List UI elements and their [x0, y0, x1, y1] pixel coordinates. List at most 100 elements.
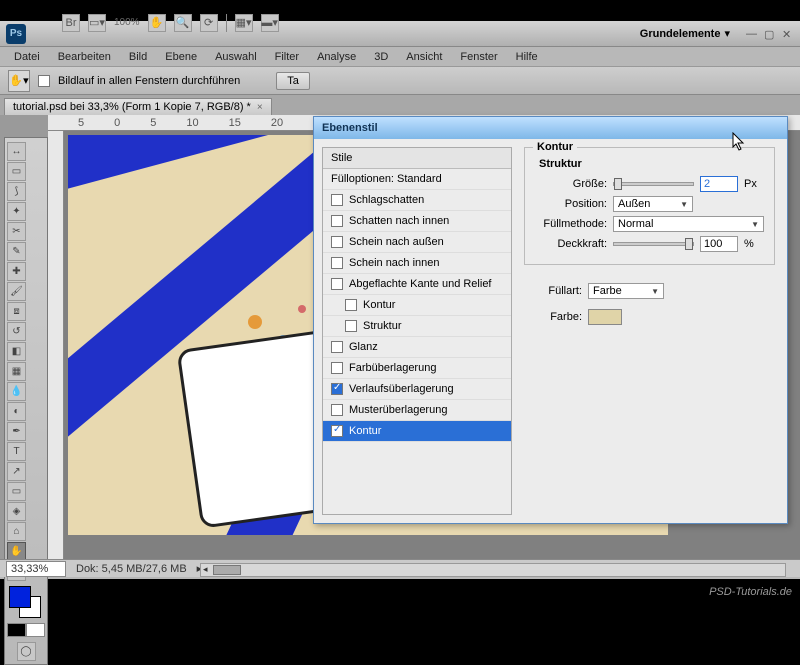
- style-item[interactable]: Schatten nach innen: [323, 211, 511, 232]
- h-scrollbar[interactable]: ◂: [200, 563, 786, 577]
- heal-tool[interactable]: ✚: [7, 262, 26, 281]
- style-checkbox[interactable]: [331, 404, 343, 416]
- style-item[interactable]: Farbüberlagerung: [323, 358, 511, 379]
- style-item-label: Schein nach innen: [349, 257, 440, 269]
- zoom-field[interactable]: 33,33%: [6, 561, 66, 577]
- color-picker[interactable]: [7, 586, 45, 620]
- menu-hilfe[interactable]: Hilfe: [508, 49, 546, 65]
- menu-bild[interactable]: Bild: [121, 49, 155, 65]
- close-button[interactable]: ✕: [782, 28, 794, 40]
- brush-tool[interactable]: 🖌: [7, 282, 26, 301]
- menu-bearbeiten[interactable]: Bearbeiten: [50, 49, 119, 65]
- gradient-tool[interactable]: ▦: [7, 362, 26, 381]
- zoom-icon[interactable]: 🔍: [174, 14, 192, 32]
- status-bar: 33,33% Dok: 5,45 MB/27,6 MB ▸ ◂: [0, 559, 800, 577]
- menu-analyse[interactable]: Analyse: [309, 49, 364, 65]
- style-checkbox[interactable]: [331, 383, 343, 395]
- styles-header[interactable]: Stile: [323, 148, 511, 169]
- path-tool[interactable]: ↗: [7, 462, 26, 481]
- history-brush-tool[interactable]: ↺: [7, 322, 26, 341]
- minimize-button[interactable]: —: [746, 28, 758, 40]
- hand-icon[interactable]: ✋: [148, 14, 166, 32]
- dialog-titlebar[interactable]: Ebenenstil: [314, 117, 787, 139]
- style-item-label: Kontur: [363, 299, 395, 311]
- opacity-input[interactable]: [700, 236, 738, 252]
- style-checkbox[interactable]: [331, 257, 343, 269]
- wand-tool[interactable]: ✦: [7, 202, 26, 221]
- blend-options-item[interactable]: Fülloptionen: Standard: [323, 169, 511, 190]
- dodge-tool[interactable]: ◐: [7, 402, 26, 421]
- position-dropdown[interactable]: Außen▼: [613, 196, 693, 212]
- style-checkbox[interactable]: [345, 299, 357, 311]
- style-item[interactable]: Glanz: [323, 337, 511, 358]
- 3d-tool[interactable]: ◈: [7, 502, 26, 521]
- actual-pixels-button[interactable]: Ta: [276, 72, 310, 90]
- bridge-icon[interactable]: Br: [62, 14, 80, 32]
- blendmode-dropdown[interactable]: Normal▼: [613, 216, 764, 232]
- panel-section-label: Kontur: [533, 141, 577, 153]
- marquee-tool[interactable]: ▭: [7, 162, 26, 181]
- style-item[interactable]: Kontur: [323, 421, 511, 442]
- menu-3d[interactable]: 3D: [366, 49, 396, 65]
- rotate-icon[interactable]: ⟳: [200, 14, 218, 32]
- arrange-icon[interactable]: ▦▾: [235, 14, 253, 32]
- style-checkbox[interactable]: [331, 194, 343, 206]
- maximize-button[interactable]: ▢: [764, 28, 776, 40]
- eyedropper-tool[interactable]: ✎: [7, 242, 26, 261]
- pen-tool[interactable]: ✒: [7, 422, 26, 441]
- quickmask-button[interactable]: ◯: [17, 642, 36, 661]
- style-checkbox[interactable]: [331, 215, 343, 227]
- view-mode-icon[interactable]: ▭▾: [88, 14, 106, 32]
- style-checkbox[interactable]: [345, 320, 357, 332]
- lasso-tool[interactable]: ⟆: [7, 182, 26, 201]
- style-item[interactable]: Schein nach außen: [323, 232, 511, 253]
- fg-color-swatch[interactable]: [9, 586, 31, 608]
- menu-filter[interactable]: Filter: [267, 49, 307, 65]
- style-checkbox[interactable]: [331, 362, 343, 374]
- menu-ansicht[interactable]: Ansicht: [398, 49, 450, 65]
- style-checkbox[interactable]: [331, 236, 343, 248]
- close-tab-icon[interactable]: ×: [257, 102, 263, 113]
- 3d-camera-tool[interactable]: ⌂: [7, 522, 26, 541]
- scrollbar-thumb[interactable]: [213, 565, 241, 575]
- opacity-label: Deckkraft:: [535, 238, 607, 250]
- workspace-selector[interactable]: Grundelemente▾: [632, 25, 738, 42]
- menu-ebene[interactable]: Ebene: [157, 49, 205, 65]
- size-input[interactable]: [700, 176, 738, 192]
- shape-tool[interactable]: ▭: [7, 482, 26, 501]
- style-item[interactable]: Schlagschatten: [323, 190, 511, 211]
- stamp-tool[interactable]: ⧈: [7, 302, 26, 321]
- scroll-all-checkbox[interactable]: [38, 75, 50, 87]
- style-item[interactable]: Verlaufsüberlagerung: [323, 379, 511, 400]
- menu-auswahl[interactable]: Auswahl: [207, 49, 265, 65]
- chevron-down-icon: ▼: [680, 200, 688, 209]
- menu-fenster[interactable]: Fenster: [452, 49, 505, 65]
- style-checkbox[interactable]: [331, 278, 343, 290]
- stroke-color-swatch[interactable]: [588, 309, 622, 325]
- style-item-label: Schatten nach innen: [349, 215, 449, 227]
- document-tab[interactable]: tutorial.psd bei 33,3% (Form 1 Kopie 7, …: [4, 98, 272, 115]
- ruler-vertical[interactable]: [48, 131, 64, 559]
- swap-colors-icon[interactable]: [26, 623, 45, 637]
- style-item[interactable]: Struktur: [323, 316, 511, 337]
- screen-mode-icon[interactable]: ▬▾: [261, 14, 279, 32]
- zoom-display[interactable]: 100%: [114, 17, 140, 28]
- menu-datei[interactable]: Datei: [6, 49, 48, 65]
- crop-tool[interactable]: ✂: [7, 222, 26, 241]
- style-item[interactable]: Schein nach innen: [323, 253, 511, 274]
- blur-tool[interactable]: 💧: [7, 382, 26, 401]
- style-checkbox[interactable]: [331, 341, 343, 353]
- style-checkbox[interactable]: [331, 425, 343, 437]
- style-item[interactable]: Kontur: [323, 295, 511, 316]
- eraser-tool[interactable]: ◧: [7, 342, 26, 361]
- default-colors-icon[interactable]: [7, 623, 26, 637]
- style-item[interactable]: Abgeflachte Kante und Relief: [323, 274, 511, 295]
- move-tool[interactable]: ↔: [7, 142, 26, 161]
- opacity-slider[interactable]: [613, 242, 694, 246]
- type-tool[interactable]: T: [7, 442, 26, 461]
- size-slider[interactable]: [613, 182, 694, 186]
- style-item[interactable]: Musterüberlagerung: [323, 400, 511, 421]
- current-tool-icon[interactable]: ✋▾: [8, 70, 30, 92]
- style-item-label: Kontur: [349, 425, 381, 437]
- filltype-dropdown[interactable]: Farbe▼: [588, 283, 664, 299]
